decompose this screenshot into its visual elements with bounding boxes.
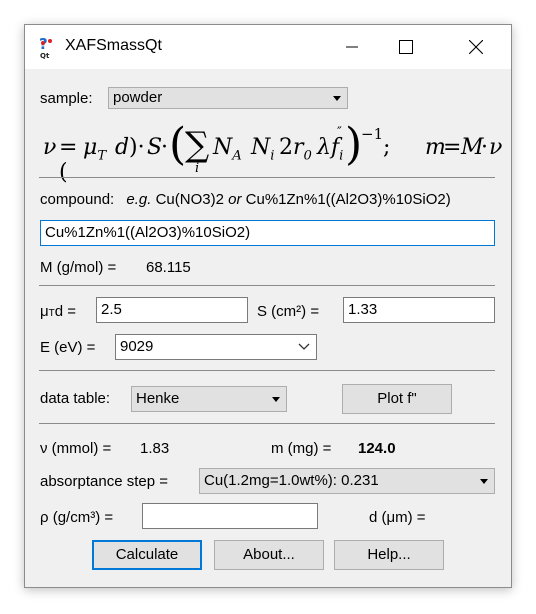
main-window: ? Qt XAFSmassQt sample: powder ν =( μT d… — [24, 24, 512, 588]
absorptance-step-combo[interactable]: Cu(1.2mg=1.0wt%): 0.231 — [199, 468, 495, 494]
minimize-icon — [346, 46, 358, 48]
separator — [39, 423, 495, 424]
title-bar: ? Qt XAFSmassQt — [25, 25, 511, 69]
energy-label: E (eV) = — [40, 339, 96, 356]
data-table-combo-value: Henke — [136, 390, 180, 407]
energy-combo[interactable]: 9029 — [115, 334, 317, 360]
maximize-button[interactable] — [383, 25, 429, 69]
calculate-button[interactable]: Calculate — [92, 540, 202, 570]
absorptance-step-label: absorptance step = — [40, 473, 169, 490]
about-button[interactable]: About... — [214, 540, 324, 570]
mass-value: 124.0 — [358, 440, 396, 457]
dropdown-arrow-icon — [480, 479, 488, 484]
dropdown-arrow-icon — [333, 96, 341, 101]
close-icon — [469, 40, 483, 54]
dropdown-arrow-icon — [272, 397, 280, 402]
close-button[interactable] — [453, 25, 499, 69]
separator — [39, 370, 495, 371]
svg-text:Qt: Qt — [40, 52, 50, 59]
separator — [39, 285, 495, 286]
energy-combo-value: 9029 — [120, 338, 154, 355]
separator — [39, 177, 495, 178]
sample-combo[interactable]: powder — [108, 87, 348, 109]
hint-example-2: Cu%1Zn%1((Al2O3)%10SiO2) — [245, 191, 451, 208]
molar-mass-value: 68.115 — [146, 259, 191, 276]
compound-input[interactable]: Cu%1Zn%1((Al2O3)%10SiO2) — [40, 220, 495, 246]
mutd-label: μTd = — [40, 303, 77, 320]
hint-eg: e.g. — [126, 191, 152, 208]
area-input[interactable]: 1.33 — [343, 297, 495, 323]
nu-label: ν (mmol) = — [40, 440, 112, 457]
molar-mass-label: M (g/mol) = — [40, 259, 117, 276]
thickness-label: d (μm) = — [369, 509, 426, 526]
sample-combo-value: powder — [113, 89, 163, 106]
nu-value: 1.83 — [140, 440, 170, 457]
minimize-button[interactable] — [329, 25, 375, 69]
hint-example-1: Cu(NO3)2 — [155, 191, 224, 208]
data-table-label: data table: — [40, 390, 111, 407]
mutd-input[interactable]: 2.5 — [96, 297, 248, 323]
density-input[interactable] — [142, 503, 318, 529]
density-label: ρ (g/cm³) = — [40, 509, 114, 526]
mass-label: m (mg) = — [271, 440, 332, 457]
absorptance-step-value: Cu(1.2mg=1.0wt%): 0.231 — [204, 472, 379, 489]
sample-label: sample: — [40, 90, 93, 107]
compound-label: compound: — [40, 191, 115, 208]
hint-or: or — [228, 191, 242, 208]
window-title: XAFSmassQt — [65, 37, 162, 54]
data-table-combo[interactable]: Henke — [131, 386, 287, 412]
help-button[interactable]: Help... — [334, 540, 444, 570]
area-label: S (cm²) = — [257, 303, 320, 320]
chevron-down-icon — [298, 343, 310, 350]
maximize-icon — [399, 40, 413, 54]
plot-f-button[interactable]: Plot f" — [342, 384, 452, 414]
app-logo-icon: ? Qt — [39, 35, 52, 59]
compound-hint: compound: e.g. Cu(NO3)2 or Cu%1Zn%1((Al2… — [40, 191, 451, 208]
